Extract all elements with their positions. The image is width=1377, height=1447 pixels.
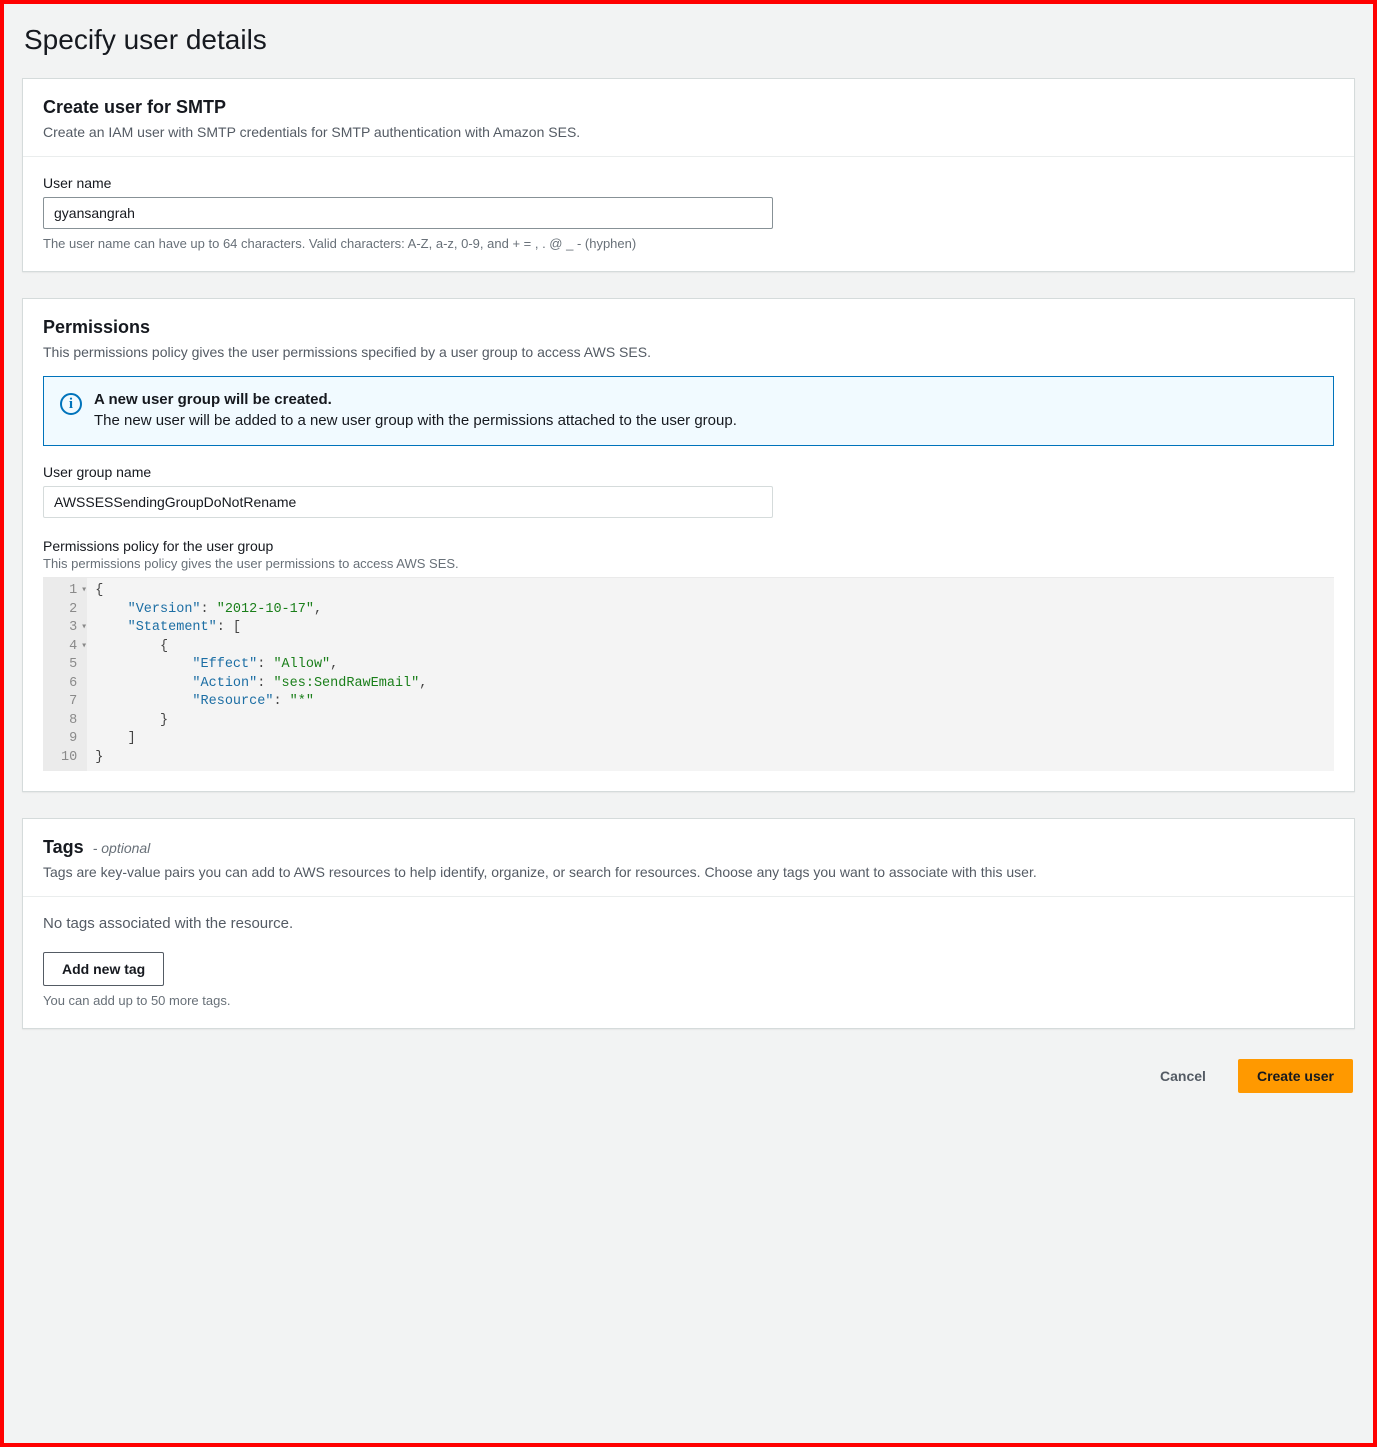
username-hint: The user name can have up to 64 characte… bbox=[43, 236, 1334, 251]
policy-code-editor[interactable]: 12345678910 { "Version": "2012-10-17", "… bbox=[43, 577, 1334, 771]
permissions-panel: Permissions This permissions policy give… bbox=[22, 298, 1355, 792]
code-gutter: 12345678910 bbox=[43, 578, 87, 771]
policy-label: Permissions policy for the user group bbox=[43, 538, 1334, 554]
tags-empty-text: No tags associated with the resource. bbox=[43, 915, 1334, 932]
permissions-heading: Permissions bbox=[43, 317, 1334, 338]
tags-limit-hint: You can add up to 50 more tags. bbox=[43, 993, 1334, 1008]
tags-panel: Tags - optional Tags are key-value pairs… bbox=[22, 818, 1355, 1029]
create-user-body: User name The user name can have up to 6… bbox=[23, 157, 1354, 271]
create-user-header: Create user for SMTP Create an IAM user … bbox=[23, 79, 1354, 157]
page-title: Specify user details bbox=[24, 24, 1355, 56]
info-content: A new user group will be created. The ne… bbox=[94, 391, 737, 429]
code-body[interactable]: { "Version": "2012-10-17", "Statement": … bbox=[87, 578, 435, 771]
create-user-panel: Create user for SMTP Create an IAM user … bbox=[22, 78, 1355, 272]
permissions-body: A new user group will be created. The ne… bbox=[23, 368, 1354, 791]
permissions-header: Permissions This permissions policy give… bbox=[23, 299, 1354, 368]
tags-heading: Tags - optional bbox=[43, 837, 150, 857]
add-new-tag-button[interactable]: Add new tag bbox=[43, 952, 164, 986]
create-user-heading: Create user for SMTP bbox=[43, 97, 1334, 118]
info-box: A new user group will be created. The ne… bbox=[43, 376, 1334, 446]
policy-section: Permissions policy for the user group Th… bbox=[43, 538, 1334, 771]
tags-optional-suffix: - optional bbox=[93, 840, 151, 856]
policy-hint: This permissions policy gives the user p… bbox=[43, 556, 1334, 571]
info-icon bbox=[60, 393, 82, 415]
tags-body: No tags associated with the resource. Ad… bbox=[23, 897, 1354, 1028]
tags-description: Tags are key-value pairs you can add to … bbox=[43, 864, 1334, 880]
username-input[interactable] bbox=[43, 197, 773, 229]
tags-header: Tags - optional Tags are key-value pairs… bbox=[23, 819, 1354, 897]
permissions-description: This permissions policy gives the user p… bbox=[43, 344, 1334, 360]
create-user-description: Create an IAM user with SMTP credentials… bbox=[43, 124, 1334, 140]
info-title: A new user group will be created. bbox=[94, 391, 737, 408]
create-user-button[interactable]: Create user bbox=[1238, 1059, 1353, 1093]
group-name-label: User group name bbox=[43, 464, 1334, 480]
group-name-input bbox=[43, 486, 773, 518]
username-label: User name bbox=[43, 175, 1334, 191]
tags-heading-text: Tags bbox=[43, 837, 84, 857]
info-text: The new user will be added to a new user… bbox=[94, 412, 737, 429]
cancel-button[interactable]: Cancel bbox=[1142, 1059, 1224, 1093]
footer-actions: Cancel Create user bbox=[22, 1055, 1355, 1095]
